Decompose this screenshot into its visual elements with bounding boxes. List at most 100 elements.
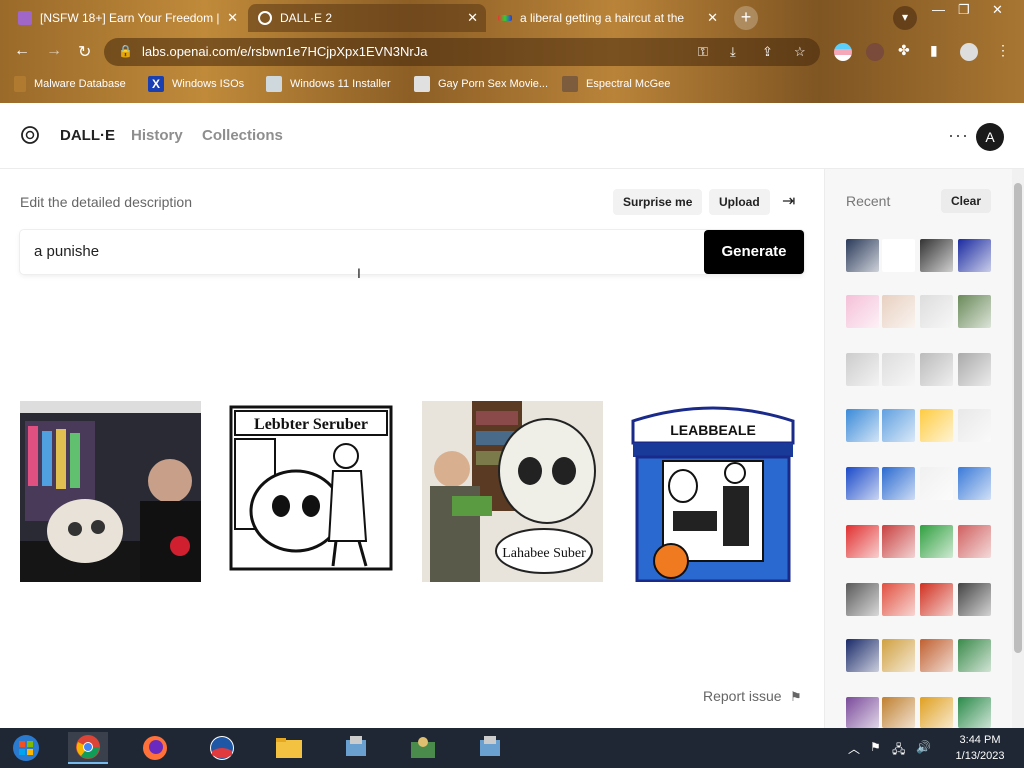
recent-thumbnail[interactable]: [958, 239, 991, 272]
recent-thumbnail[interactable]: [882, 525, 915, 558]
avatar[interactable]: A: [976, 123, 1004, 151]
app-taskbar-icon-2[interactable]: [403, 732, 443, 764]
recent-thumbnail[interactable]: [846, 639, 879, 672]
recent-thumbnail[interactable]: [920, 239, 953, 272]
back-icon[interactable]: ←: [14, 42, 30, 60]
generate-button[interactable]: Generate: [704, 230, 804, 274]
recent-thumbnail[interactable]: [846, 525, 879, 558]
recent-thumbnail[interactable]: [920, 353, 953, 386]
collapse-sidebar-icon[interactable]: ⇥: [782, 191, 795, 211]
recent-thumbnail[interactable]: [958, 583, 991, 616]
extension-avatar-icon[interactable]: [866, 43, 884, 61]
lock-icon[interactable]: 🔒: [118, 44, 133, 58]
tab-search-button[interactable]: ▾: [893, 6, 917, 30]
new-tab-button[interactable]: +: [734, 6, 758, 30]
recent-thumbnail[interactable]: [846, 353, 879, 386]
result-image-3[interactable]: Lahabee Suber: [422, 401, 603, 582]
bookmark-movies[interactable]: Gay Porn Sex Movie...: [414, 76, 548, 92]
close-icon[interactable]: ✕: [227, 10, 238, 26]
recent-thumbnail[interactable]: [882, 295, 915, 328]
system-clock[interactable]: 3:44 PM 1/13/2023: [948, 732, 1012, 764]
close-icon[interactable]: ✕: [467, 10, 478, 26]
upload-button[interactable]: Upload: [709, 189, 770, 215]
app-taskbar-icon-3[interactable]: [470, 732, 510, 764]
recent-thumbnail[interactable]: [846, 295, 879, 328]
recent-thumbnail[interactable]: [920, 525, 953, 558]
surprise-me-button[interactable]: Surprise me: [613, 189, 703, 215]
obama-taskbar-icon[interactable]: [202, 732, 242, 764]
recent-thumbnail[interactable]: [882, 409, 915, 442]
start-icon[interactable]: [6, 732, 46, 764]
firefox-taskbar-icon[interactable]: [135, 732, 175, 764]
tab-nsfw[interactable]: [NSFW 18+] Earn Your Freedom | ✕: [8, 4, 246, 32]
chrome-taskbar-icon[interactable]: [68, 732, 108, 764]
recent-thumbnail[interactable]: [958, 639, 991, 672]
recent-thumbnail[interactable]: [882, 467, 915, 500]
bookmark-windows-isos[interactable]: X Windows ISOs: [148, 76, 244, 92]
address-bar[interactable]: 🔒 labs.openai.com/e/rsbwn1e7HCjpXpx1EVN3…: [104, 38, 820, 66]
openai-logo-icon[interactable]: [20, 125, 40, 145]
tab-liberal[interactable]: a liberal getting a haircut at the ✕: [488, 4, 726, 32]
prompt-input[interactable]: a punishe Generate: [20, 230, 804, 274]
nav-collections[interactable]: Collections: [202, 127, 283, 144]
recent-thumbnail[interactable]: [882, 639, 915, 672]
recent-thumbnail[interactable]: [958, 467, 991, 500]
bookmark-malware[interactable]: Malware Database: [14, 76, 126, 92]
recent-thumbnail[interactable]: [958, 409, 991, 442]
profile-icon[interactable]: [960, 43, 978, 61]
puzzle-icon[interactable]: ✤: [898, 42, 910, 59]
tray-overflow-icon[interactable]: ︿: [848, 740, 860, 757]
app-taskbar-icon-1[interactable]: [336, 732, 376, 764]
report-issue-link[interactable]: Report issue: [703, 688, 782, 704]
recent-thumbnail[interactable]: [958, 697, 991, 728]
recent-thumbnail[interactable]: [846, 239, 879, 272]
prompt-text[interactable]: a punishe: [34, 243, 99, 260]
recent-thumbnail[interactable]: [882, 583, 915, 616]
volume-icon[interactable]: 🔊: [916, 740, 931, 754]
restore-icon[interactable]: ❐: [958, 2, 970, 18]
recent-thumbnail[interactable]: [846, 697, 879, 728]
share-icon[interactable]: ⇪: [762, 44, 773, 60]
flag-tray-icon[interactable]: ⚑: [870, 740, 881, 754]
url-text[interactable]: labs.openai.com/e/rsbwn1e7HCjpXpx1EVN3Nr…: [142, 44, 427, 59]
file-explorer-taskbar-icon[interactable]: [269, 732, 309, 764]
close-icon[interactable]: ✕: [707, 10, 718, 26]
recent-thumbnail[interactable]: [882, 239, 915, 272]
reload-icon[interactable]: ↻: [78, 42, 91, 62]
recent-thumbnail[interactable]: [920, 409, 953, 442]
result-image-1[interactable]: [20, 401, 201, 582]
recent-thumbnail[interactable]: [846, 409, 879, 442]
more-options-icon[interactable]: ···: [948, 125, 969, 146]
menu-icon[interactable]: ⋮: [996, 42, 1010, 59]
recent-thumbnail[interactable]: [920, 639, 953, 672]
tab-dalle[interactable]: DALL·E 2 ✕: [248, 4, 486, 32]
recent-thumbnail[interactable]: [958, 525, 991, 558]
bookmark-espectral[interactable]: Espectral McGee: [562, 76, 670, 92]
nav-history[interactable]: History: [131, 127, 183, 144]
key-icon[interactable]: ⚿: [698, 44, 708, 60]
install-icon[interactable]: ⤓: [730, 44, 736, 60]
clear-button[interactable]: Clear: [941, 189, 992, 213]
recent-thumbnail[interactable]: [920, 295, 953, 328]
scrollbar-thumb[interactable]: [1014, 183, 1022, 653]
flag-icon[interactable]: ⚑: [790, 689, 802, 705]
minimize-icon[interactable]: —: [932, 2, 945, 17]
result-image-4[interactable]: LEABBEALE: [623, 401, 804, 582]
recent-thumbnail[interactable]: [920, 697, 953, 728]
recent-thumbnail[interactable]: [882, 697, 915, 728]
network-icon[interactable]: 🖧: [892, 740, 905, 761]
extension-flag-icon[interactable]: [834, 43, 852, 61]
result-image-2[interactable]: Lebbter Seruber: [221, 401, 402, 582]
recent-thumbnail[interactable]: [958, 353, 991, 386]
bookmark-win11-installer[interactable]: Windows 11 Installer: [266, 76, 391, 92]
recent-thumbnail[interactable]: [846, 583, 879, 616]
recent-thumbnail[interactable]: [958, 295, 991, 328]
brand-link[interactable]: DALL·E: [60, 127, 115, 144]
sidepanel-icon[interactable]: ▮: [930, 42, 938, 59]
star-icon[interactable]: ☆: [794, 44, 806, 60]
forward-icon[interactable]: →: [46, 42, 62, 60]
recent-thumbnail[interactable]: [846, 467, 879, 500]
close-window-icon[interactable]: ✕: [992, 2, 1003, 18]
recent-thumbnail[interactable]: [920, 467, 953, 500]
recent-thumbnail[interactable]: [882, 353, 915, 386]
